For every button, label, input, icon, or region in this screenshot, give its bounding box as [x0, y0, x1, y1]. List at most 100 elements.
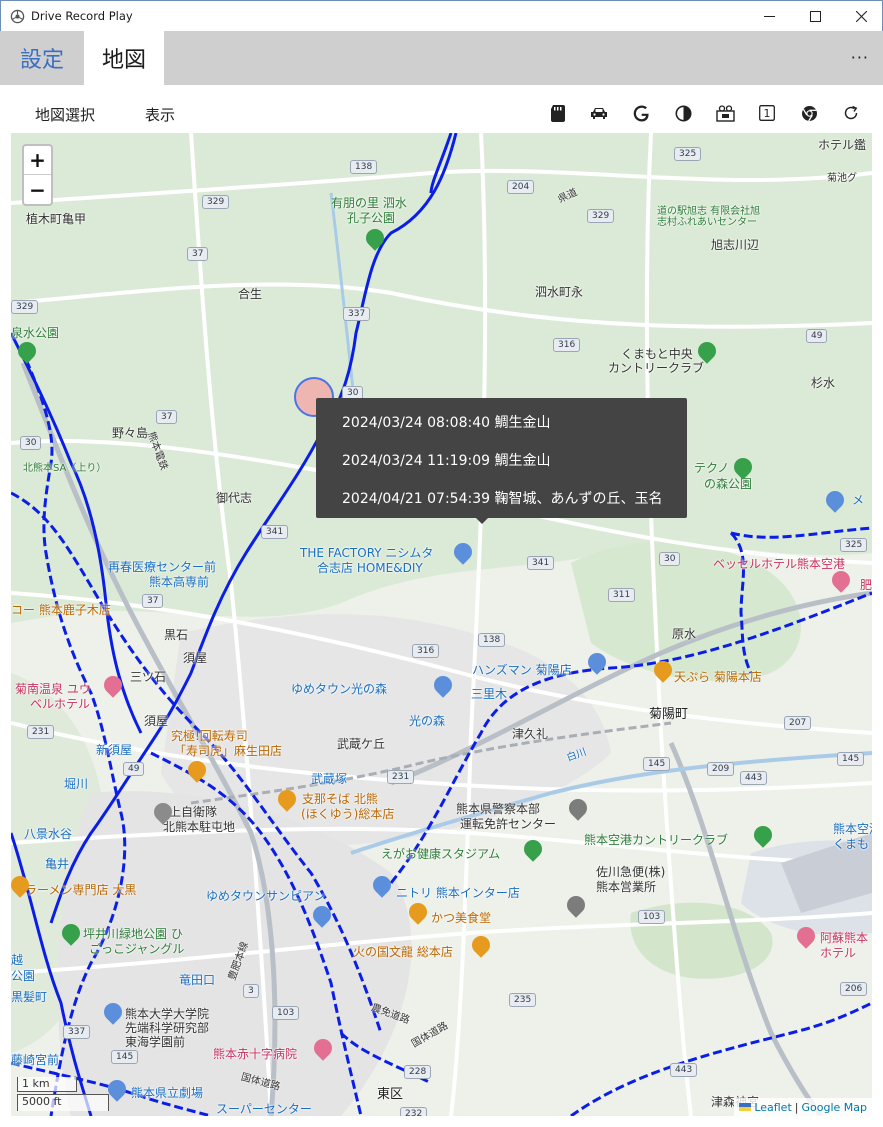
- map-attribution: Leaflet | Google Map: [734, 1098, 872, 1116]
- place-label: 熊本高専前: [149, 575, 210, 589]
- menu-bar: 地図選択 表示 1: [0, 85, 883, 133]
- road-shield: 232: [400, 1107, 428, 1116]
- tab-map[interactable]: 地図: [84, 31, 164, 85]
- place-label: 火の国文龍 総本店: [353, 945, 453, 959]
- road-shield: 209: [707, 762, 735, 776]
- road-shield: 204: [507, 180, 535, 194]
- place-label: 三ツ石: [130, 670, 167, 684]
- place-label: 合志店 HOME&DIY: [317, 561, 423, 575]
- road-shield: 316: [553, 338, 581, 352]
- road-shield: 443: [670, 1063, 698, 1077]
- road-shield: 341: [261, 525, 289, 539]
- place-label: 越: [11, 953, 24, 967]
- road-shield: 103: [272, 1006, 300, 1020]
- google-map-link[interactable]: Google Map: [801, 1101, 867, 1114]
- place-label: (ほくゆう)総本店: [301, 807, 395, 821]
- road-shield: 235: [509, 993, 537, 1007]
- road-shield: 443: [740, 771, 768, 785]
- road-shield: 325: [840, 538, 868, 552]
- road-shield: 138: [478, 633, 506, 647]
- road-shield: 316: [412, 644, 440, 658]
- place-label: くまも: [833, 837, 870, 851]
- minimize-icon: [763, 16, 775, 17]
- place-label: 津久礼: [512, 727, 549, 741]
- app-icon: [10, 9, 25, 24]
- place-label: 黒石: [164, 628, 189, 642]
- road-shield: 49: [123, 762, 145, 776]
- menu-map-select[interactable]: 地図選択: [35, 104, 95, 125]
- zoom-out-button[interactable]: −: [24, 175, 51, 204]
- camera-group-icon[interactable]: [715, 103, 735, 123]
- place-label: ゆめタウンサンピアン: [206, 889, 326, 903]
- place-label: 八景水谷: [24, 827, 73, 841]
- road-shield: 337: [63, 1025, 91, 1039]
- car-icon[interactable]: [589, 103, 609, 123]
- place-label: 運転免許センター: [460, 817, 557, 831]
- road-shield: 207: [784, 716, 812, 730]
- place-label: メ: [852, 493, 865, 507]
- zoom-in-button[interactable]: +: [24, 146, 51, 175]
- popup-record-1[interactable]: 2024/03/24 08:08:40 鯛生金山: [342, 412, 550, 432]
- sd-card-icon[interactable]: [548, 103, 568, 123]
- map-base: [11, 133, 872, 1116]
- road-shield: 49: [806, 329, 828, 343]
- refresh-icon[interactable]: [841, 103, 861, 123]
- place-label: 亀井: [45, 857, 70, 871]
- road-shield: 329: [202, 195, 230, 209]
- place-label: 植木町亀甲: [26, 212, 87, 226]
- road-shield: 138: [350, 160, 378, 174]
- place-label: 東海学園前: [125, 1035, 186, 1049]
- popup-record-2[interactable]: 2024/03/24 11:19:09 鯛生金山: [342, 450, 550, 470]
- place-label: 菊池グ: [827, 173, 857, 184]
- road-shield: 206: [840, 982, 868, 996]
- place-label: 公園: [11, 969, 36, 983]
- track-popup: 2024/03/24 08:08:40 鯛生金山 2024/03/24 11:1…: [316, 398, 687, 524]
- number-one-icon[interactable]: 1: [757, 103, 777, 123]
- place-label: コー 熊本鹿子木店: [11, 603, 111, 617]
- place-label: 原水: [672, 627, 697, 641]
- place-label: 須屋: [144, 714, 169, 728]
- road-shield: 329: [11, 300, 39, 314]
- road-shield: 30: [20, 436, 42, 450]
- place-label: ごっこジャングル: [89, 942, 185, 956]
- road-shield: 37: [142, 594, 164, 608]
- popup-record-3[interactable]: 2024/04/21 07:54:39 鞠智城、あんずの丘、玉名: [342, 488, 662, 508]
- place-label: 須屋: [183, 651, 208, 665]
- road-shield: 103: [638, 910, 666, 924]
- road-shield: 231: [387, 770, 415, 784]
- place-label: 孔子公園: [347, 211, 396, 225]
- road-shield: 30: [659, 552, 681, 566]
- place-label: 杉水: [811, 376, 836, 390]
- chrome-icon[interactable]: [799, 103, 819, 123]
- zoom-control: + −: [22, 144, 53, 206]
- google-icon[interactable]: [631, 103, 651, 123]
- leaflet-link[interactable]: Leaflet: [754, 1101, 791, 1114]
- road-shield: 311: [608, 588, 636, 602]
- place-label: ラーメン専門店 大黒: [25, 883, 137, 897]
- road-shield: 337: [343, 307, 371, 321]
- contrast-icon[interactable]: [673, 103, 693, 123]
- road-shield: 37: [156, 410, 178, 424]
- place-label: 泉水公園: [11, 326, 60, 340]
- window-title: Drive Record Play: [31, 9, 133, 23]
- close-icon: [855, 11, 867, 22]
- minimize-button[interactable]: [746, 1, 792, 32]
- place-label: 合生: [238, 287, 263, 301]
- place-label: 御代志: [216, 491, 253, 505]
- tab-settings[interactable]: 設定: [0, 31, 84, 85]
- place-label: 天ぷら 菊陽本店: [674, 670, 762, 684]
- place-label: ニトリ 熊本インター店: [396, 886, 520, 900]
- close-button[interactable]: [838, 1, 883, 32]
- scale-metric: 1 km: [17, 1077, 77, 1092]
- menu-view[interactable]: 表示: [145, 104, 175, 125]
- place-label: カントリークラブ: [608, 361, 705, 375]
- popup-pointer: [476, 518, 488, 524]
- tab-bar: 設定 地図 ···: [0, 31, 883, 85]
- map-view[interactable]: 138 329 37 204 325 329 337 329 316 49 37…: [11, 133, 872, 1116]
- maximize-button[interactable]: [792, 1, 838, 32]
- place-label: テクノ: [694, 461, 730, 475]
- more-options-button[interactable]: ···: [851, 48, 869, 67]
- road-shield: 341: [527, 556, 555, 570]
- road-shield: 325: [674, 147, 702, 161]
- place-label: 志村ふれあいセンター: [657, 217, 757, 228]
